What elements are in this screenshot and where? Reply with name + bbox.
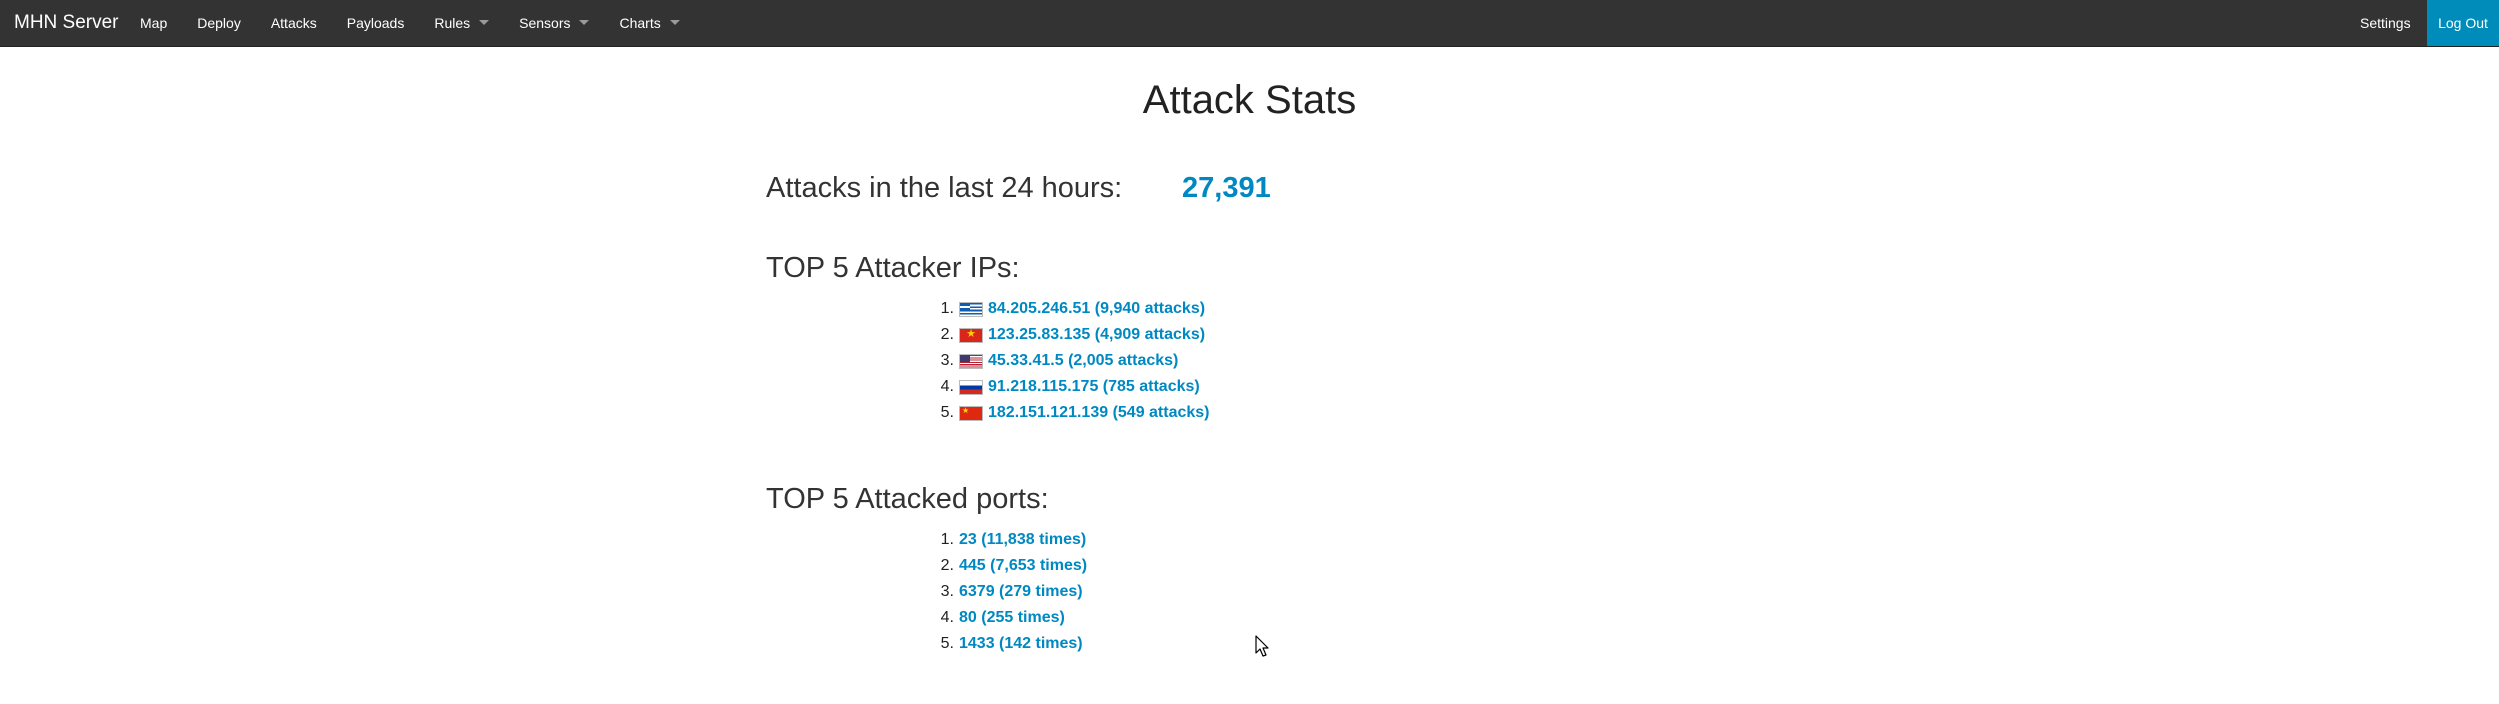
page-title: Attack Stats — [1142, 78, 1357, 122]
attacker-ip-link[interactable]: 45.33.41.5 (2,005 attacks) — [988, 348, 1178, 374]
usa-flag-icon — [959, 353, 983, 369]
list-item: 4. 80 (255 times) — [920, 605, 1087, 631]
top-attacked-ports-list: 1. 23 (11,838 times) 2. 445 (7,653 times… — [920, 527, 1087, 657]
list-item: 2. 123.25.83.135 (4,909 attacks) — [920, 322, 1210, 348]
list-item: 5. 1433 (142 times) — [920, 631, 1087, 657]
attacked-port-link[interactable]: 1433 (142 times) — [959, 631, 1083, 657]
list-number: 3. — [940, 583, 954, 600]
list-number: 4. — [940, 609, 954, 626]
attacks-24h-count: 27,391 — [1182, 172, 1271, 204]
list-item: 3. 6379 (279 times) — [920, 579, 1087, 605]
caret-down-icon — [669, 20, 680, 25]
attacked-port-link[interactable]: 80 (255 times) — [959, 605, 1065, 631]
logout-button[interactable]: Log Out — [2427, 0, 2499, 46]
nav-item-attacks[interactable]: Attacks — [256, 0, 332, 46]
vietnam-flag-icon — [959, 327, 983, 343]
top-attacker-ips-heading: TOP 5 Attacker IPs: — [766, 252, 1020, 284]
china-flag-icon — [959, 405, 983, 421]
list-number: 1. — [940, 531, 954, 548]
list-item: 4. 91.218.115.175 (785 attacks) — [920, 374, 1210, 400]
attacker-ip-link[interactable]: 91.218.115.175 (785 attacks) — [988, 374, 1200, 400]
attacked-port-link[interactable]: 6379 (279 times) — [959, 579, 1083, 605]
caret-down-icon — [479, 20, 490, 25]
caret-down-icon — [579, 20, 590, 25]
attacked-port-link[interactable]: 23 (11,838 times) — [959, 527, 1086, 553]
main-nav: Map Deploy Attacks Payloads Rules Sensor… — [125, 0, 695, 46]
russia-flag-icon — [959, 379, 983, 395]
top-navbar: MHN Server Map Deploy Attacks Payloads R… — [0, 0, 2499, 47]
list-number: 5. — [940, 404, 954, 421]
nav-item-label: Payloads — [346, 15, 405, 31]
greece-flag-icon — [959, 301, 983, 317]
nav-item-label: Map — [140, 15, 168, 31]
nav-item-deploy[interactable]: Deploy — [182, 0, 256, 46]
nav-item-payloads[interactable]: Payloads — [332, 0, 420, 46]
list-item: 2. 445 (7,653 times) — [920, 553, 1087, 579]
list-number: 1. — [940, 300, 954, 317]
mouse-cursor-icon — [1255, 635, 1269, 657]
nav-item-charts[interactable]: Charts — [604, 0, 694, 46]
settings-link[interactable]: Settings — [2346, 0, 2425, 46]
top-attacker-ips-list: 1. 84.205.246.51 (9,940 attacks) 2. 123.… — [920, 296, 1210, 426]
nav-item-label: Attacks — [270, 15, 317, 31]
nav-item-map[interactable]: Map — [125, 0, 182, 46]
list-number: 4. — [940, 378, 954, 395]
brand-link[interactable]: MHN Server — [14, 0, 119, 46]
top-attacked-ports-heading: TOP 5 Attacked ports: — [766, 483, 1049, 515]
list-number: 2. — [940, 557, 954, 574]
attacker-ip-link[interactable]: 123.25.83.135 (4,909 attacks) — [988, 322, 1205, 348]
nav-item-label: Charts — [619, 15, 661, 31]
list-item: 1. 84.205.246.51 (9,940 attacks) — [920, 296, 1210, 322]
attacker-ip-link[interactable]: 84.205.246.51 (9,940 attacks) — [988, 296, 1205, 322]
list-number: 5. — [940, 635, 954, 652]
attacked-port-link[interactable]: 445 (7,653 times) — [959, 553, 1087, 579]
nav-item-sensors[interactable]: Sensors — [504, 0, 604, 46]
list-number: 2. — [940, 326, 954, 343]
nav-item-label: Sensors — [519, 15, 571, 31]
list-item: 3. 45.33.41.5 (2,005 attacks) — [920, 348, 1210, 374]
attacks-24h-label: Attacks in the last 24 hours: — [766, 172, 1123, 204]
nav-item-label: Rules — [434, 15, 471, 31]
nav-item-label: Deploy — [197, 15, 241, 31]
list-item: 1. 23 (11,838 times) — [920, 527, 1087, 553]
list-item: 5. 182.151.121.139 (549 attacks) — [920, 400, 1210, 426]
list-number: 3. — [940, 352, 954, 369]
attacker-ip-link[interactable]: 182.151.121.139 (549 attacks) — [988, 400, 1210, 426]
nav-item-rules[interactable]: Rules — [419, 0, 504, 46]
